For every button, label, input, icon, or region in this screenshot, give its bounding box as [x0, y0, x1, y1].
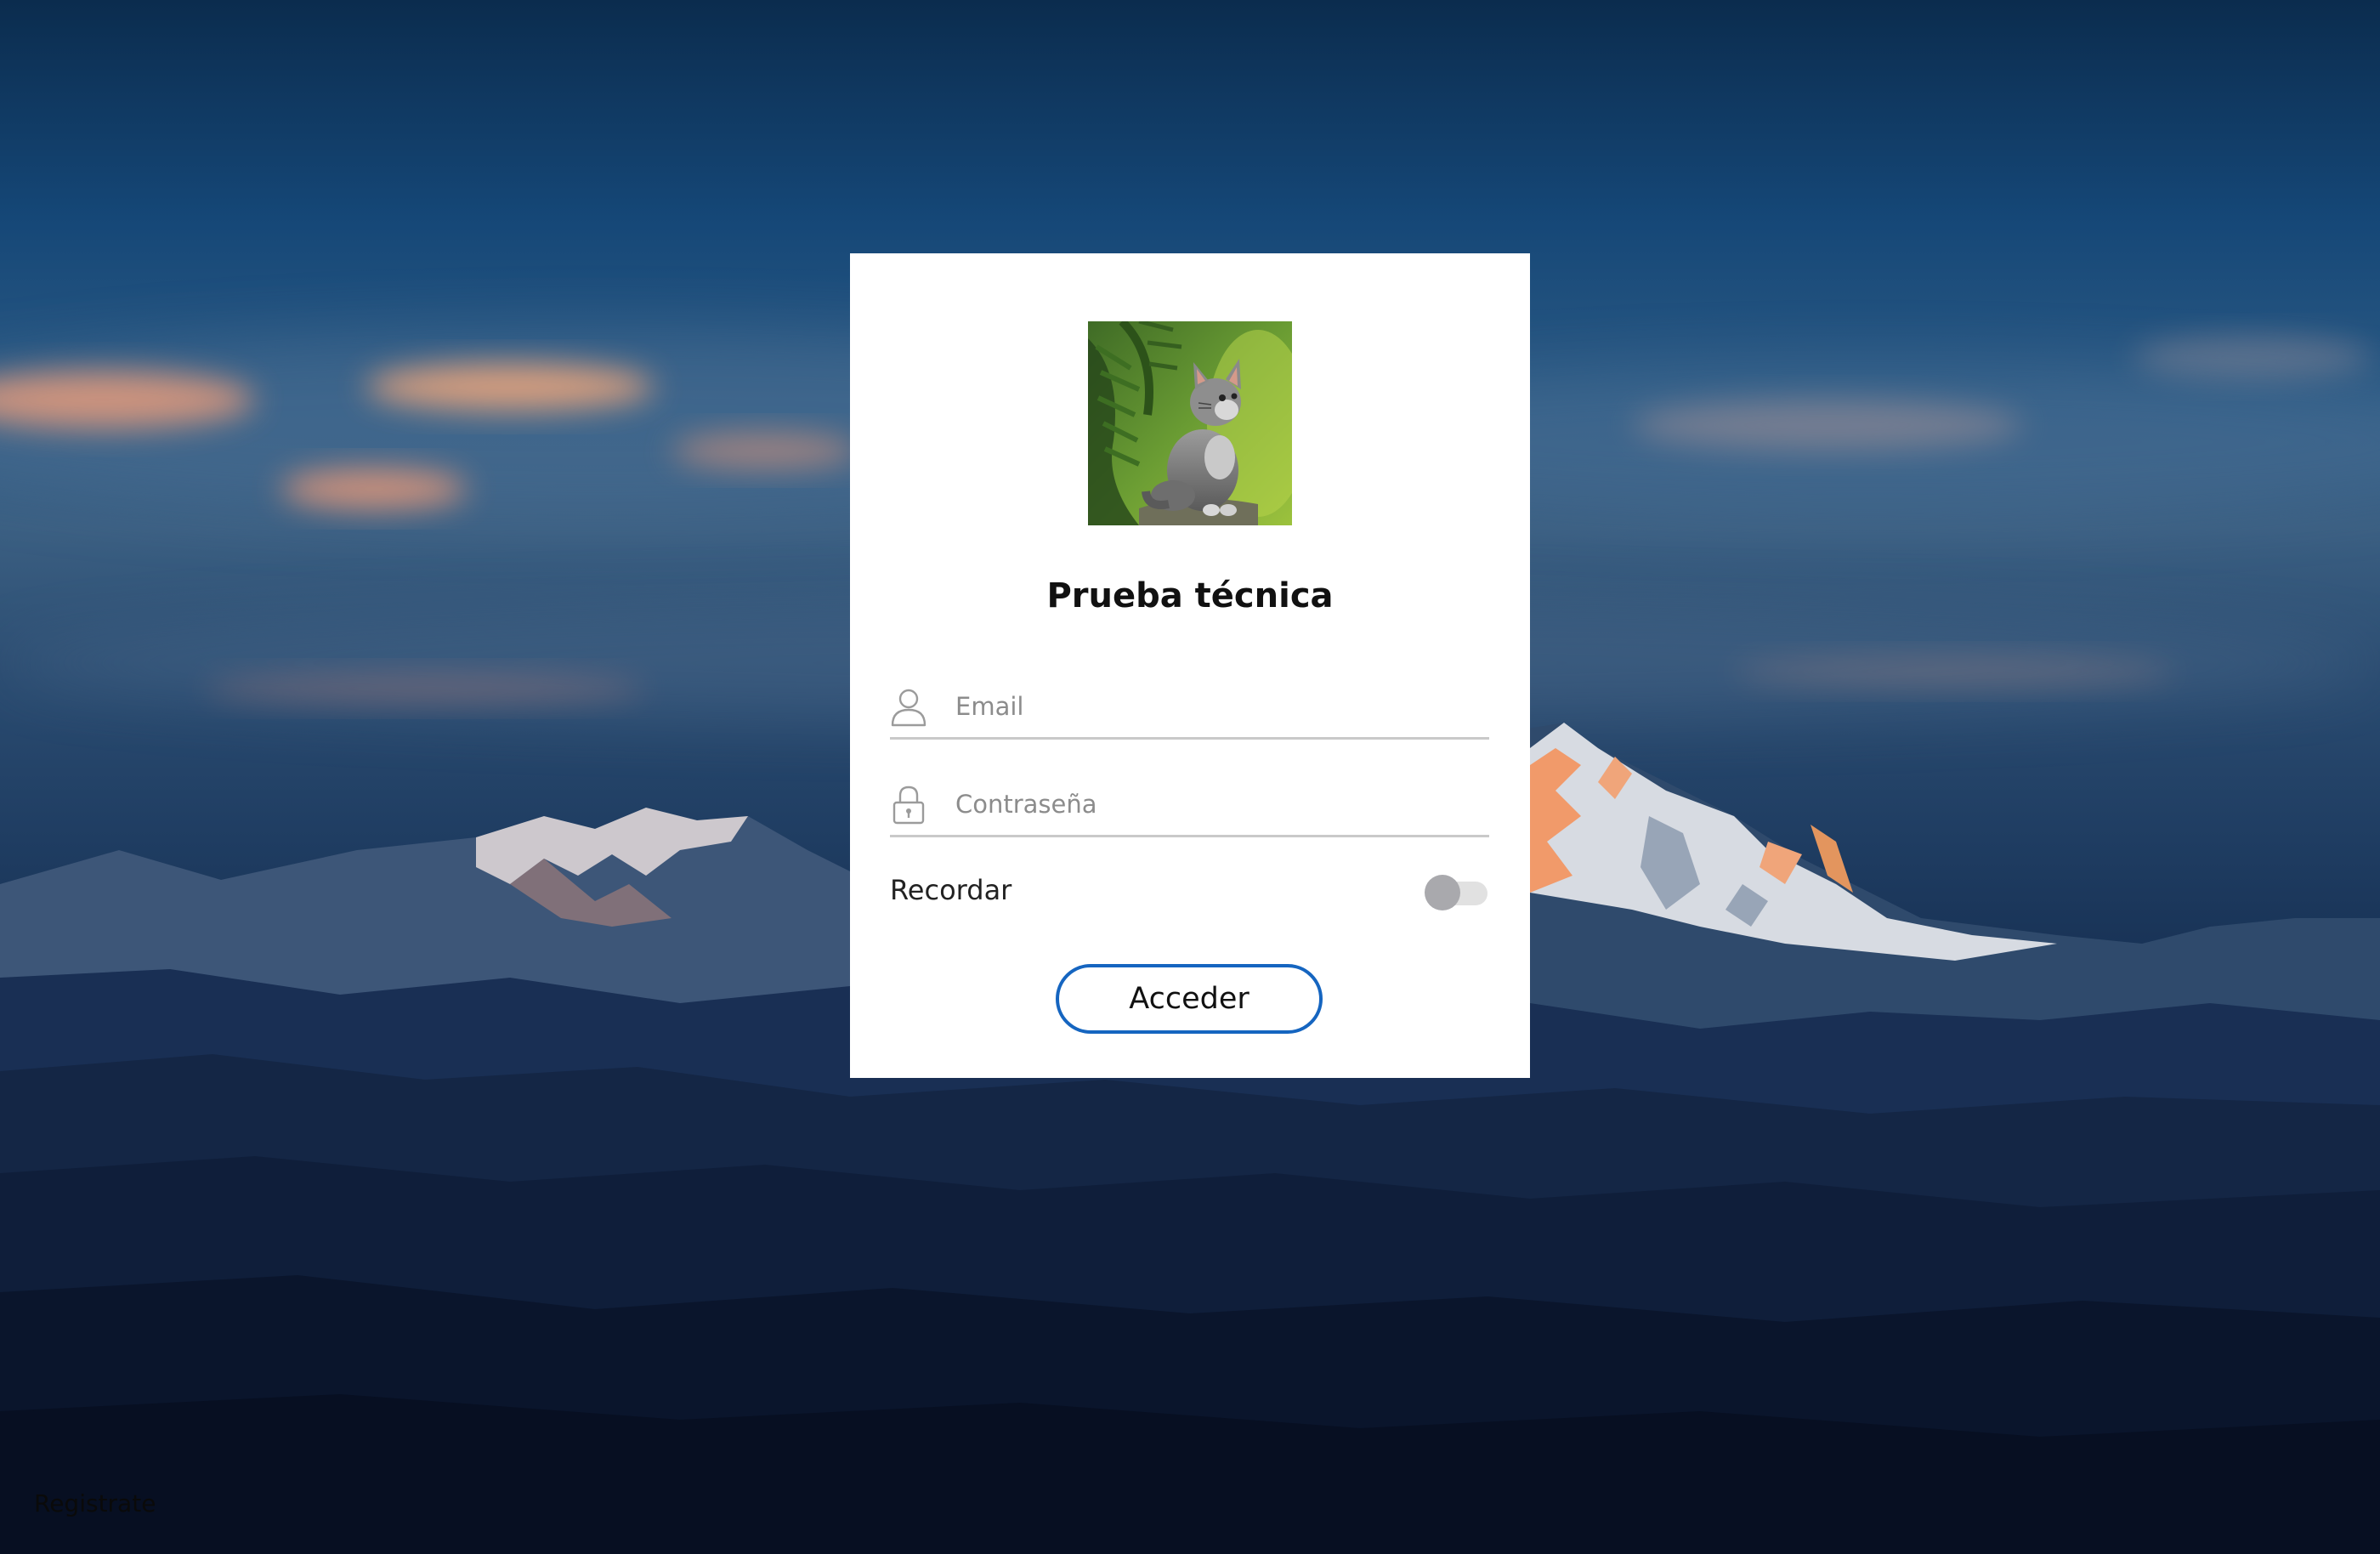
user-icon: [890, 688, 927, 727]
login-card: Prueba técnica Recordar Acceder: [850, 253, 1530, 1078]
kitten-avatar-image: [1088, 321, 1292, 525]
email-field-group: [890, 676, 1489, 740]
page-title: Prueba técnica: [1046, 576, 1334, 615]
email-input[interactable]: [955, 684, 1482, 729]
register-link[interactable]: Registrate: [34, 1489, 156, 1517]
password-input[interactable]: [955, 782, 1482, 826]
password-field-group: [890, 774, 1489, 837]
lock-icon: [890, 786, 927, 825]
remember-label: Recordar: [890, 874, 1012, 906]
remember-toggle[interactable]: [1425, 874, 1488, 911]
login-button[interactable]: Acceder: [1056, 964, 1323, 1034]
kitten-photo-icon: [1088, 321, 1292, 525]
toggle-knob: [1425, 875, 1460, 910]
